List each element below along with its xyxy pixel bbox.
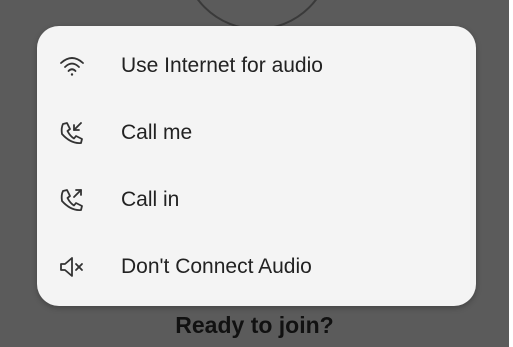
right-edge — [509, 0, 513, 347]
use-internet-audio-option[interactable]: Use Internet for audio — [37, 36, 476, 96]
screen-backdrop: Use Internet for audio Call me Call in D… — [0, 0, 509, 347]
dont-connect-audio-label: Don't Connect Audio — [121, 255, 312, 278]
ready-to-join-heading: Ready to join? — [175, 312, 334, 338]
speaker-muted-icon — [57, 252, 87, 282]
wifi-icon — [57, 51, 87, 81]
call-me-label: Call me — [121, 121, 193, 144]
audio-options-sheet: Use Internet for audio Call me Call in D… — [37, 26, 476, 306]
call-in-label: Call in — [121, 188, 180, 211]
call-in-option[interactable]: Call in — [37, 170, 476, 230]
phone-outgoing-icon — [57, 185, 87, 215]
use-internet-audio-label: Use Internet for audio — [121, 54, 323, 77]
dont-connect-audio-option[interactable]: Don't Connect Audio — [37, 237, 476, 297]
call-me-option[interactable]: Call me — [37, 103, 476, 163]
phone-incoming-icon — [57, 118, 87, 148]
